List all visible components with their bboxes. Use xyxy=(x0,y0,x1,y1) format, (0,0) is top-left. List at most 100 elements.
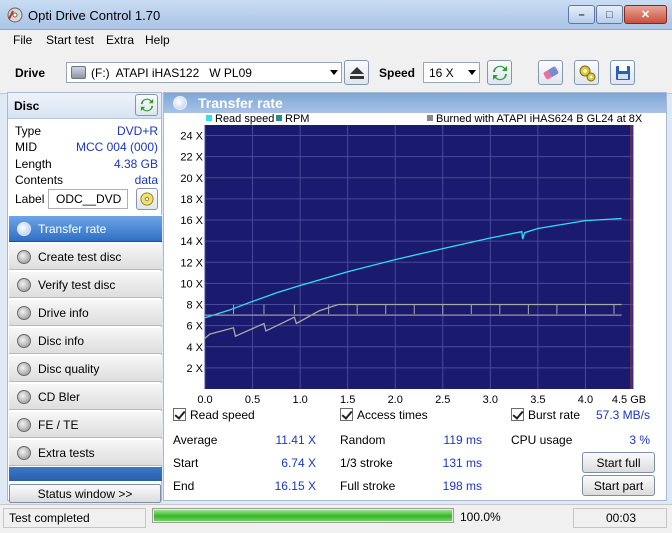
nav-disc-quality[interactable]: Disc quality xyxy=(9,355,162,382)
nav-verify-test-disc[interactable]: Verify test disc xyxy=(9,271,162,298)
nav-disc-info[interactable]: Disc info xyxy=(9,327,162,354)
disc-heading: Disc xyxy=(14,99,40,113)
label-field[interactable]: ODC__DVD xyxy=(48,189,128,209)
y-tick-label: 12 X xyxy=(180,257,203,269)
y-tick-label: 10 X xyxy=(180,278,203,290)
legend-burned: Burned with ATAPI iHAS624 B GL24 at 8X xyxy=(436,113,643,125)
start-value: 6.74 X xyxy=(281,456,316,470)
disc-label-icon xyxy=(140,192,154,206)
label-disc-button[interactable] xyxy=(136,188,158,210)
nav-fe-te[interactable]: FE / TE xyxy=(9,411,162,438)
elapsed-time-cell: 00:03 xyxy=(573,508,667,528)
plot-area xyxy=(205,125,633,389)
disc-info-icon xyxy=(17,334,31,348)
third-stroke-label: 1/3 stroke xyxy=(340,456,393,470)
disc-quality-icon xyxy=(17,362,31,376)
refresh-speed-button[interactable] xyxy=(487,60,512,85)
x-tick-label: 4.5 GB xyxy=(612,394,646,403)
nav-transfer-rate[interactable]: Transfer rate xyxy=(9,215,162,242)
drive-info-icon xyxy=(17,306,31,320)
legend-read-speed: Read speed xyxy=(215,113,274,125)
legend-rpm: RPM xyxy=(285,113,309,125)
x-tick-label: 3.0 xyxy=(483,394,498,403)
y-tick-label: 6 X xyxy=(186,321,203,333)
status-window-button[interactable]: Status window >> xyxy=(9,484,161,503)
create-test-disc-icon xyxy=(17,250,31,264)
burst-rate-value: 57.3 MB/s xyxy=(595,408,650,422)
transfer-rate-chart: 2 X 4 X 6 X 8 X 10 X 12 X 14 X 16 X 18 X 20 X 22 X… xyxy=(164,113,666,403)
disc-type-row: Type DVD+R xyxy=(15,124,158,138)
close-button[interactable]: ✕ xyxy=(624,5,667,24)
access-times-label: Access times xyxy=(357,408,428,422)
burst-rate-label: Burst rate xyxy=(528,408,581,422)
x-tick-label: 3.5 xyxy=(530,394,545,403)
status-text-cell: Test completed xyxy=(3,508,146,528)
verify-test-disc-icon xyxy=(17,278,31,292)
burst-rate-checkbox[interactable] xyxy=(511,408,524,421)
y-tick-label: 14 X xyxy=(180,236,203,248)
drive-select[interactable]: (F:) ATAPI iHAS122 W PL09 xyxy=(66,62,342,83)
erase-button[interactable] xyxy=(538,60,563,85)
chevron-down-icon xyxy=(468,70,476,75)
random-value: 119 ms xyxy=(443,433,482,447)
eraser-icon xyxy=(543,66,558,79)
menu-help[interactable]: Help xyxy=(145,33,170,47)
end-label: End xyxy=(173,479,195,493)
start-full-button[interactable]: Start full xyxy=(582,452,655,473)
y-tick-label: 16 X xyxy=(180,215,203,227)
disc-mid-row: MID MCC 004 (000) xyxy=(15,140,158,154)
speed-select[interactable]: 16 X xyxy=(423,62,480,83)
nav-create-test-disc[interactable]: Create test disc xyxy=(9,243,162,270)
speed-select-value: 16 X xyxy=(429,66,454,80)
legend-swatch-burned xyxy=(427,115,433,121)
nav-cd-bler[interactable]: CD Bler xyxy=(9,383,162,410)
drive-select-value: (F:) ATAPI iHAS122 W PL09 xyxy=(91,66,252,80)
x-tick-label: 2.5 xyxy=(435,394,450,403)
disc-length-row: Length 4.38 GB xyxy=(15,157,158,171)
progress-percent: 100.0% xyxy=(460,510,501,524)
elapsed-time: 00:03 xyxy=(605,511,636,525)
disc-panel: Disc Type DVD+R MID MCC 004 (000) Length 4.… xyxy=(7,92,162,501)
y-tick-label: 22 X xyxy=(180,152,203,164)
progress-bar xyxy=(152,508,454,523)
start-part-button[interactable]: Start part xyxy=(582,475,655,496)
menu-extra[interactable]: Extra xyxy=(106,33,134,47)
speed-label: Speed xyxy=(379,66,416,80)
transfer-rate-icon xyxy=(173,96,187,110)
y-tick-label: 2 X xyxy=(186,363,203,375)
drive-icon xyxy=(71,66,86,79)
cd-bler-icon xyxy=(17,390,31,404)
y-tick-label: 4 X xyxy=(186,342,203,354)
average-label: Average xyxy=(173,433,218,447)
floppy-icon xyxy=(615,65,630,80)
minimize-button[interactable]: – xyxy=(568,5,595,24)
eject-button[interactable] xyxy=(344,60,369,85)
maximize-button[interactable]: □ xyxy=(596,5,623,24)
read-speed-checkbox[interactable] xyxy=(173,408,186,421)
menu-start-test[interactable]: Start test xyxy=(46,33,94,47)
extra-tests-icon xyxy=(17,446,31,460)
progress-fill xyxy=(154,510,452,521)
nav-extra-tests[interactable]: Extra tests xyxy=(9,439,162,466)
x-tick-label: 0.5 xyxy=(245,394,260,403)
y-tick-label: 20 X xyxy=(180,173,203,185)
gears-icon xyxy=(579,65,595,81)
transfer-rate-header: Transfer rate xyxy=(164,93,666,113)
nav-drive-info[interactable]: Drive info xyxy=(9,299,162,326)
access-times-checkbox[interactable] xyxy=(340,408,353,421)
panel-title: Transfer rate xyxy=(198,95,283,111)
cpu-usage-label: CPU usage xyxy=(511,433,573,447)
menu-file[interactable]: File xyxy=(13,33,32,47)
menu-bar: File Start test Extra Help xyxy=(0,30,672,50)
status-text: Test completed xyxy=(9,511,90,525)
third-stroke-value: 131 ms xyxy=(442,456,482,470)
refresh-icon xyxy=(140,98,153,112)
full-stroke-label: Full stroke xyxy=(340,479,396,493)
fe-te-icon xyxy=(17,418,31,432)
save-button[interactable] xyxy=(610,60,635,85)
refresh-disc-button[interactable] xyxy=(135,94,158,116)
nav-scroll-strip xyxy=(9,467,162,481)
settings-button[interactable] xyxy=(574,60,599,85)
app-disc-icon xyxy=(7,7,23,23)
read-speed-label: Read speed xyxy=(190,408,255,422)
